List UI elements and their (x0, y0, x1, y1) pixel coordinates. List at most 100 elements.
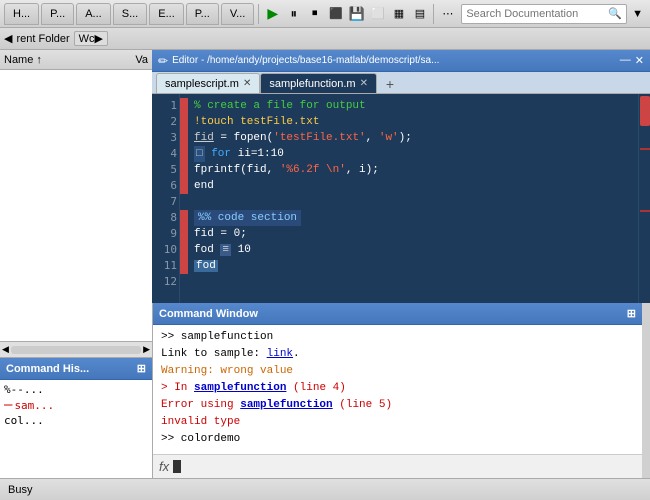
toolbar-tab-e[interactable]: E... (149, 3, 184, 25)
nav-arrow-left[interactable]: ◀ (4, 32, 12, 45)
editor-close-icon[interactable]: ✕ (635, 54, 644, 67)
search-icon: 🔍 (608, 7, 622, 20)
tab-samplefunction-label: samplefunction.m (269, 78, 355, 90)
toolbar-tab-s[interactable]: S... (113, 3, 148, 25)
file-list (0, 70, 152, 341)
toolbar-btn-4[interactable]: 💾 (347, 3, 366, 25)
secondary-toolbar: ◀ rent Folder Wc▶ (0, 28, 650, 50)
toolbar-btn-5[interactable]: ⬜ (368, 3, 387, 25)
editor-scroll-marker-2 (640, 210, 650, 212)
cmd-history-title: Command His... (6, 363, 89, 375)
toolbar-btn-2[interactable]: ⏹ (305, 3, 324, 25)
cmd-line-3: > In samplefunction (line 4) (161, 380, 634, 397)
line-num-1: 1 (154, 98, 177, 114)
line-num-9: 9 (154, 226, 177, 242)
editor-scroll-thumb[interactable] (640, 96, 650, 126)
cmd-window-expand-icon[interactable]: ⊞ (627, 307, 636, 320)
status-text: Busy (8, 484, 32, 496)
line-num-5: 5 (154, 162, 177, 178)
line-num-2: 2 (154, 114, 177, 130)
cmd-error-line4: (line 4) (286, 382, 345, 394)
cmd-window-title: Command Window (159, 308, 258, 320)
cmd-fn-link-1[interactable]: samplefunction (194, 382, 286, 394)
cmd-hist-item-1[interactable]: — sam... (4, 397, 148, 413)
editor-title-text: Editor - /home/andy/projects/base16-matl… (172, 55, 439, 66)
code-line-2: !touch testFile.txt (194, 114, 632, 130)
cmd-line-6: >> colordemo (161, 431, 634, 448)
toolbar-tab-v[interactable]: V... (221, 3, 255, 25)
editor-window-controls: — ✕ (620, 54, 644, 67)
cmd-line-1: Link to sample: link. (161, 346, 634, 363)
cmd-history-expand-icon[interactable]: ⊞ (137, 362, 146, 375)
tab-samplefunction-close[interactable]: ✕ (360, 78, 368, 89)
line-num-7: 7 (154, 194, 177, 210)
line-num-10: 10 (154, 242, 177, 258)
toolbar-tab-h[interactable]: H... (4, 3, 39, 25)
editor-scrollbar[interactable] (638, 94, 650, 303)
cmd-error-in: > In (161, 382, 194, 394)
cmd-prompt-1: >> colordemo (161, 433, 240, 445)
cmd-hist-item-2[interactable]: col... (4, 413, 148, 428)
cmd-prompt-0: >> samplefunction (161, 331, 273, 343)
editor-scroll-marker-1 (640, 148, 650, 150)
tab-samplescript-close[interactable]: ✕ (243, 78, 251, 89)
file-list-header: Name ↑ Va (0, 50, 152, 70)
cmd-hist-item-0[interactable]: %--... (4, 382, 148, 397)
search-input[interactable] (466, 8, 608, 20)
code-line-1: % create a file for output (194, 98, 632, 114)
editor-minimize-icon[interactable]: — (620, 54, 631, 67)
cmd-window-body[interactable]: >> samplefunction Link to sample: link. … (153, 325, 642, 454)
filter-button[interactable]: ▼ (629, 4, 646, 24)
cmd-warning-text: Warning: wrong value (161, 365, 293, 377)
toolbar-separator-2 (433, 4, 434, 24)
toolbar-btn-6[interactable]: ▦ (389, 3, 408, 25)
code-line-8: %% code section (194, 210, 632, 226)
tab-samplescript-label: samplescript.m (165, 78, 239, 90)
line-num-6: 6 (154, 178, 177, 194)
left-panels: Name ↑ Va ◀ ▶ Command His... ⊞ %--... — … (0, 50, 152, 478)
toolbar-btn-1[interactable]: ⏸ (284, 3, 303, 25)
file-browser: Name ↑ Va ◀ ▶ (0, 50, 152, 358)
editor-tab-samplescript[interactable]: samplescript.m ✕ (156, 73, 260, 93)
cmd-history-body: %--... — sam... col... (0, 380, 152, 478)
tab-add-button[interactable]: + (381, 75, 399, 93)
cmd-line-0: >> samplefunction (161, 329, 634, 346)
nav-wc-label[interactable]: Wc▶ (74, 31, 108, 46)
cmd-window-title-bar: Command Window ⊞ (153, 303, 642, 325)
command-history-panel: Command His... ⊞ %--... — sam... col... (0, 358, 152, 478)
cmd-error-type: invalid type (161, 416, 240, 428)
code-line-5: fprintf(fid, '%6.2f \n', i); (194, 162, 632, 178)
editor-tabs: samplescript.m ✕ samplefunction.m ✕ + (152, 72, 650, 94)
editor-body: 1 2 3 4 5 6 7 8 9 10 11 12 (152, 94, 650, 303)
file-scrollbar[interactable]: ◀ ▶ (0, 341, 152, 357)
play-button[interactable]: ▶ (263, 3, 282, 25)
code-area[interactable]: % create a file for output !touch testFi… (188, 94, 638, 303)
main-toolbar: H... P... A... S... E... P... V... ▶ ⏸ ⏹… (0, 0, 650, 28)
code-line-6: end (194, 178, 632, 194)
editor-pen-icon: ✏ (158, 54, 168, 68)
toolbar-btn-7[interactable]: ▤ (410, 3, 429, 25)
cmd-line-2: Warning: wrong value (161, 363, 634, 380)
col-value: Va (135, 54, 148, 66)
toolbar-btn-3[interactable]: ⬛ (326, 3, 345, 25)
code-line-11: fod (194, 258, 632, 274)
cmd-fn-link-2[interactable]: samplefunction (240, 399, 332, 411)
editor-tab-samplefunction[interactable]: samplefunction.m ✕ (260, 73, 377, 93)
toolbar-tab-p1[interactable]: P... (41, 3, 74, 25)
cmd-line-4: Error using samplefunction (line 5) (161, 397, 634, 414)
code-line-3: fid = fopen('testFile.txt', 'w'); (194, 130, 632, 146)
line-num-11: 11 (154, 258, 177, 274)
cmd-error-using: Error using (161, 399, 240, 411)
line-num-12: 12 (154, 274, 177, 290)
cmd-link[interactable]: link (267, 348, 293, 360)
right-panels: ✏ Editor - /home/andy/projects/base16-ma… (152, 50, 650, 478)
cmd-input-row: fx (153, 454, 642, 478)
scroll-left-icon[interactable]: ◀ (2, 344, 9, 355)
code-line-9: fid = 0; (194, 226, 632, 242)
toolbar-tab-a[interactable]: A... (76, 3, 111, 25)
cmd-cursor (173, 460, 181, 473)
scroll-right-icon[interactable]: ▶ (143, 344, 150, 355)
code-line-4: □ for ii=1:10 (194, 146, 632, 162)
toolbar-btn-8[interactable]: ⋯ (438, 3, 457, 25)
toolbar-tab-p2[interactable]: P... (186, 3, 219, 25)
